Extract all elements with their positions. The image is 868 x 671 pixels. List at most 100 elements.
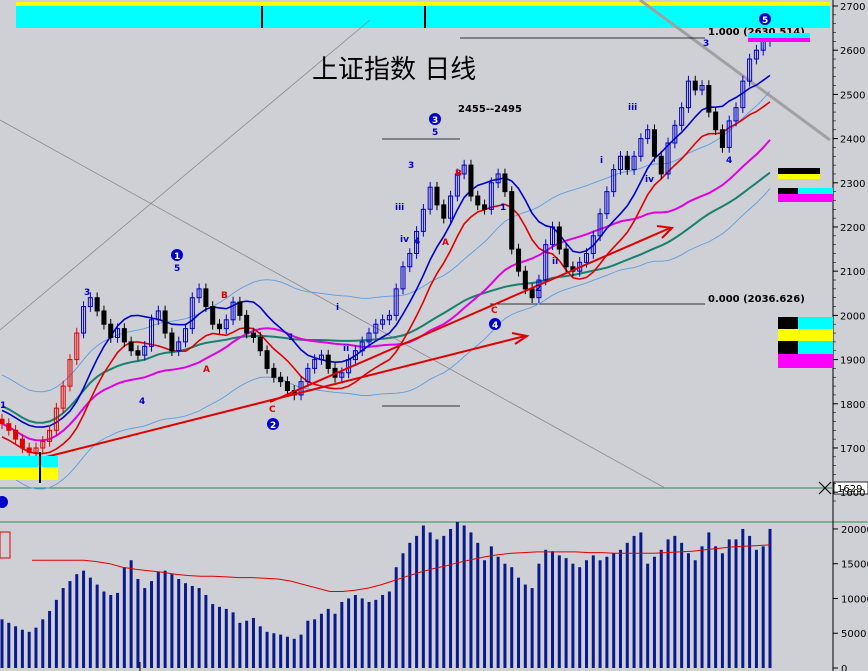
volume-bar [598, 560, 602, 668]
volume-bar [551, 551, 555, 668]
volume-bar [95, 584, 99, 668]
candle [672, 120, 678, 149]
volume-bar [449, 528, 453, 668]
volume-bar [483, 560, 487, 668]
volume-bar [265, 631, 269, 668]
volume-bar [299, 634, 303, 668]
svg-text:ii: ii [552, 257, 558, 267]
volume-indicator-box[interactable] [0, 531, 11, 559]
volume-bar [353, 595, 357, 668]
volume-bar [530, 588, 534, 668]
volume-bar [612, 553, 616, 668]
price-tick-label: 2300 [840, 179, 865, 190]
price-tick-label: 1600 [840, 488, 865, 499]
volume-bar [231, 612, 235, 668]
candle [556, 221, 562, 255]
candle [162, 305, 168, 339]
volume-bar [217, 606, 221, 668]
volume-bar [163, 570, 167, 668]
volume-bar [618, 549, 622, 668]
volume-bar [421, 525, 425, 668]
volume-bar [605, 556, 609, 668]
volume-bar [136, 579, 140, 668]
svg-text:5: 5 [174, 264, 180, 274]
range-note: 2455--2495 [458, 104, 522, 115]
volume-bar [442, 535, 446, 668]
candle [713, 106, 719, 136]
candle [182, 323, 189, 348]
candle [393, 283, 399, 321]
volume-bar [102, 591, 106, 668]
volume-bar [591, 555, 595, 668]
volume-bar [75, 574, 79, 668]
volume-bar [428, 532, 432, 668]
svg-text:5: 5 [432, 128, 438, 138]
svg-text:1: 1 [174, 252, 180, 262]
candle [135, 345, 141, 361]
candle [26, 442, 32, 458]
candle [509, 186, 515, 255]
volume-bar [537, 563, 541, 668]
volume-bar [476, 542, 480, 668]
volume-bar [41, 619, 45, 668]
volume-bar [408, 542, 412, 668]
fib-bottom-label: 0.000 (2036.626) [708, 294, 805, 305]
volume-bar [0, 619, 4, 668]
svg-text:ii: ii [343, 344, 349, 354]
svg-text:1: 1 [0, 401, 6, 411]
candle [685, 75, 691, 113]
volume-bar [571, 563, 575, 668]
svg-text:3: 3 [408, 161, 414, 171]
volume-bar [741, 528, 745, 668]
volume-bar [82, 570, 86, 668]
svg-text:C: C [269, 405, 276, 415]
svg-text:2: 2 [270, 421, 276, 431]
candle [543, 239, 549, 286]
volume-bar [754, 549, 758, 668]
svg-text:C: C [491, 306, 498, 316]
candle [216, 318, 223, 334]
svg-text:3: 3 [703, 39, 709, 49]
candle [468, 159, 474, 202]
volume-bar [272, 633, 276, 668]
volume-bar [768, 528, 772, 668]
candle [516, 243, 522, 277]
candle [305, 363, 311, 387]
candle [448, 190, 454, 224]
volume-bar [632, 535, 636, 668]
candle [271, 363, 277, 383]
candle [461, 159, 467, 180]
volume-bar [646, 563, 650, 668]
candle [699, 80, 705, 96]
svg-text:3: 3 [84, 288, 90, 298]
volume-bar [455, 522, 459, 668]
volume-tick-label: 5000 [841, 629, 866, 640]
volume-bar [14, 626, 18, 668]
candle [155, 305, 161, 326]
volume-bar [306, 620, 310, 668]
volume-bar [319, 613, 323, 668]
volume-bar [109, 595, 113, 668]
candle [719, 124, 725, 153]
volume-bar [707, 532, 711, 668]
volume-bar [394, 567, 398, 668]
volume-bar [720, 553, 724, 668]
svg-text:3: 3 [432, 116, 438, 126]
candle [40, 436, 46, 454]
candle [706, 80, 712, 118]
candle [631, 150, 637, 175]
volume-bar [333, 613, 337, 668]
volume-bar [197, 588, 201, 668]
volume-bar [279, 634, 283, 668]
volume-bar [258, 626, 262, 668]
price-tick-label: 2100 [840, 267, 865, 278]
candle [74, 327, 80, 365]
price-tick-label: 1700 [840, 444, 865, 455]
volume-bar [88, 577, 92, 668]
candle [325, 349, 331, 374]
candle [149, 314, 155, 352]
volume-ticks: 20000 15000 10000 5000 0 [833, 525, 868, 671]
volume-bar [727, 539, 731, 668]
wave-labels: 1 5 2 3 5 4 5 3 4 1 i ii 3 iii iv 4 1 2 … [0, 13, 771, 508]
volume-bar [625, 542, 629, 668]
